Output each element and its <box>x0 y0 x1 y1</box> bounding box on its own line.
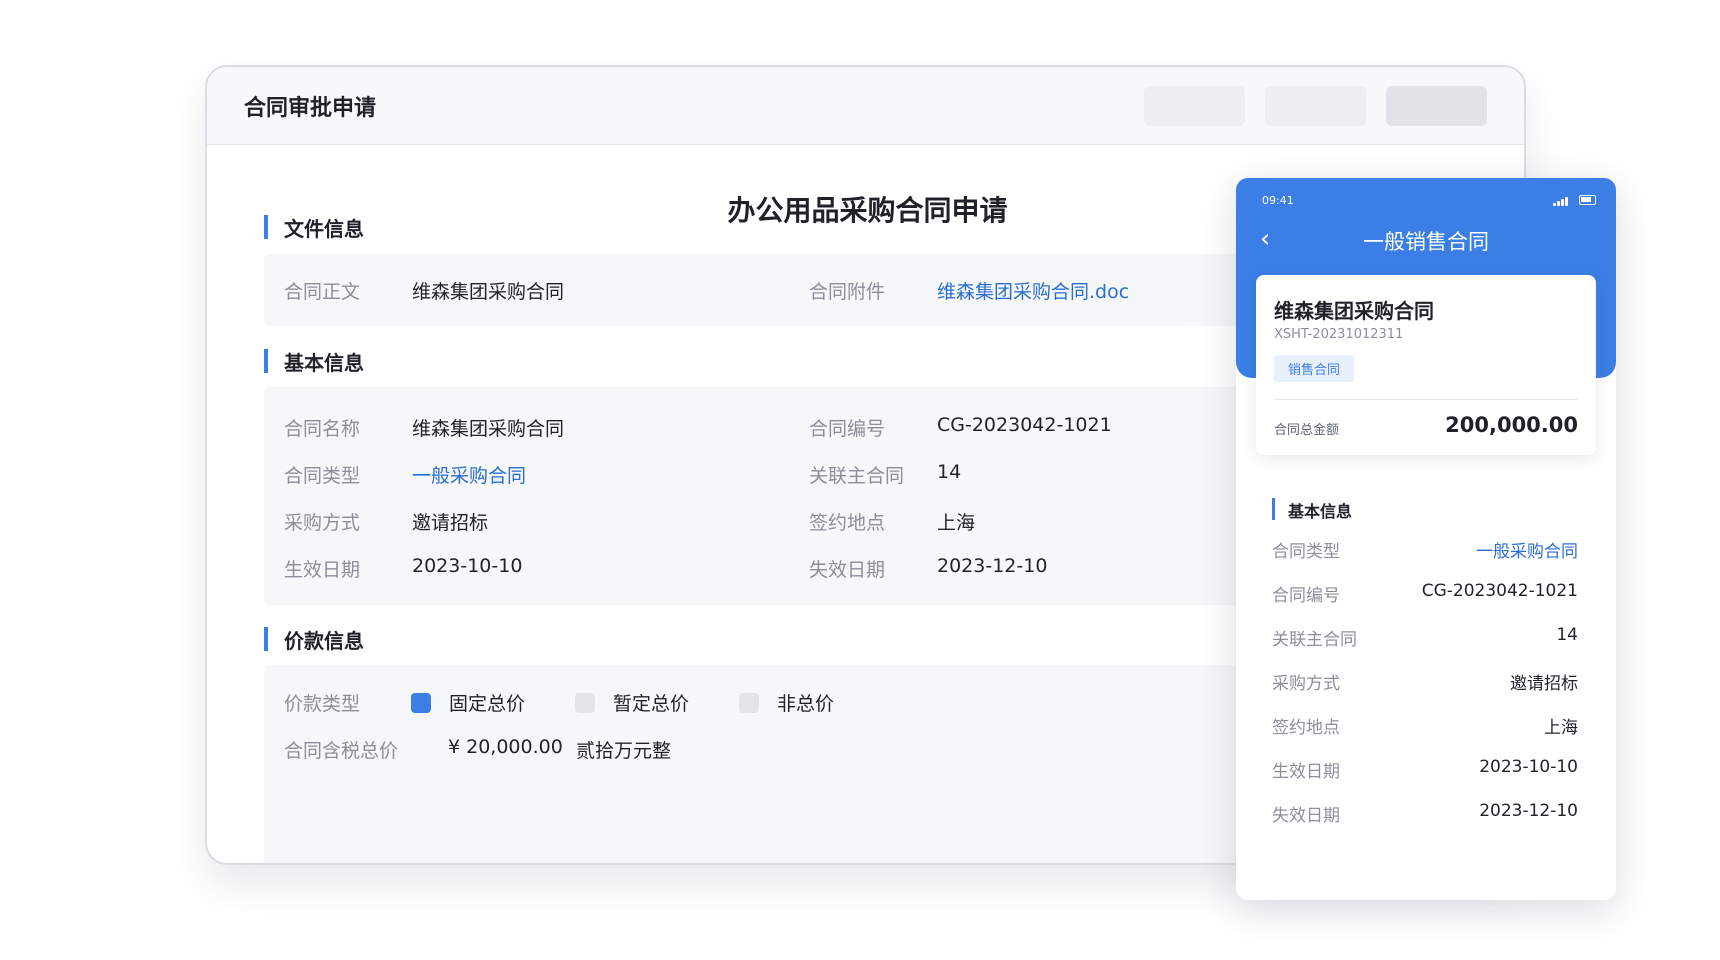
field-label-attachment: 合同附件 <box>809 281 886 303</box>
field-label: 合同名称 <box>284 418 361 440</box>
amount-label: 合同总金额 <box>1274 423 1340 438</box>
field-value-main-contract: 14 <box>937 461 962 483</box>
battery-icon <box>1579 195 1596 205</box>
mobile-row-expiry-date: 失效日期 2023-12-10 <box>1272 801 1578 826</box>
row-value: 邀请招标 <box>1510 674 1578 694</box>
row-label: 失效日期 <box>1272 806 1340 826</box>
section-title-basic: 基本信息 <box>264 347 364 376</box>
header-action-button-3[interactable] <box>1386 85 1487 126</box>
section-title-price: 价款信息 <box>264 625 364 654</box>
mobile-row-purchase-method: 采购方式 邀请招标 <box>1272 669 1578 694</box>
field-value-contract-body: 维森集团采购合同 <box>412 281 565 303</box>
checkbox-non-total-price[interactable] <box>739 693 759 713</box>
field-label: 采购方式 <box>284 512 361 534</box>
row-value: 上海 <box>1544 718 1578 738</box>
mobile-section-title: 基本信息 <box>1272 498 1352 522</box>
field-value-expiry-date: 2023-12-10 <box>937 555 1048 577</box>
row-label: 关联主合同 <box>1272 630 1357 650</box>
field-label-price-type: 价款类型 <box>284 693 361 715</box>
status-time: 09:41 <box>1262 194 1294 207</box>
attachment-link[interactable]: 维森集团采购合同.doc <box>937 277 1129 304</box>
field-value-contract-name: 维森集团采购合同 <box>412 418 565 440</box>
card-divider <box>1274 399 1578 400</box>
mobile-preview: 09:41 ‹ 一般销售合同 维森集团采购合同 XSHT-20231012311… <box>1236 178 1616 900</box>
header-action-button-1[interactable] <box>1144 85 1245 126</box>
field-value-contract-number: CG-2023042-1021 <box>937 414 1112 436</box>
mobile-row-effective-date: 生效日期 2023-10-10 <box>1272 757 1578 782</box>
field-value-total-price: ¥ 20,000.00 <box>448 736 563 758</box>
field-label: 失效日期 <box>809 559 886 581</box>
field-value-total-words: 贰拾万元整 <box>576 740 672 762</box>
field-label: 关联主合同 <box>809 465 905 487</box>
contract-type-tag: 销售合同 <box>1274 355 1355 382</box>
mobile-row-contract-type: 合同类型 一般采购合同 <box>1272 537 1578 562</box>
field-label: 生效日期 <box>284 559 361 581</box>
field-label: 签约地点 <box>809 512 886 534</box>
field-label: 合同类型 <box>284 465 361 487</box>
row-label: 合同编号 <box>1272 586 1340 606</box>
mobile-status-bar: 09:41 <box>1262 194 1596 210</box>
row-value: 2023-10-10 <box>1479 757 1578 777</box>
row-label: 采购方式 <box>1272 674 1340 694</box>
option-label-provisional-price: 暂定总价 <box>613 693 690 715</box>
field-label: 合同编号 <box>809 418 886 440</box>
mobile-row-contract-number: 合同编号 CG-2023042-1021 <box>1272 581 1578 606</box>
contract-summary-card[interactable]: 维森集团采购合同 XSHT-20231012311 销售合同 合同总金额 200… <box>1256 275 1596 455</box>
row-label: 生效日期 <box>1272 762 1340 782</box>
field-value-purchase-method: 邀请招标 <box>412 512 489 534</box>
mobile-row-main-contract: 关联主合同 14 <box>1272 625 1578 650</box>
checkbox-fixed-price[interactable] <box>411 693 431 713</box>
checkbox-provisional-price[interactable] <box>575 693 595 713</box>
option-label-non-total-price: 非总价 <box>777 693 835 715</box>
contract-type-link[interactable]: 一般采购合同 <box>412 461 526 488</box>
row-value: 14 <box>1556 625 1578 645</box>
mobile-page-title: 一般销售合同 <box>1363 230 1489 254</box>
row-label: 签约地点 <box>1272 718 1340 738</box>
contract-type-link[interactable]: 一般采购合同 <box>1476 537 1578 562</box>
contract-name: 维森集团采购合同 <box>1274 299 1434 323</box>
mobile-row-sign-location: 签约地点 上海 <box>1272 713 1578 738</box>
window-header: 合同审批申请 <box>207 67 1524 145</box>
field-label-total-price: 合同含税总价 <box>284 740 399 762</box>
signal-icon <box>1553 196 1570 206</box>
amount-value: 200,000.00 <box>1445 413 1578 437</box>
field-label-contract-body: 合同正文 <box>284 281 361 303</box>
section-title-file: 文件信息 <box>264 213 364 242</box>
row-value: CG-2023042-1021 <box>1421 581 1578 601</box>
window-title: 合同审批申请 <box>244 95 377 121</box>
row-value: 2023-12-10 <box>1479 801 1578 821</box>
header-action-button-2[interactable] <box>1265 85 1366 126</box>
contract-code: XSHT-20231012311 <box>1274 327 1404 342</box>
field-value-effective-date: 2023-10-10 <box>412 555 523 577</box>
row-label: 合同类型 <box>1272 542 1340 562</box>
option-label-fixed-price: 固定总价 <box>449 693 526 715</box>
field-value-sign-location: 上海 <box>937 512 976 534</box>
window-actions <box>1144 85 1487 126</box>
